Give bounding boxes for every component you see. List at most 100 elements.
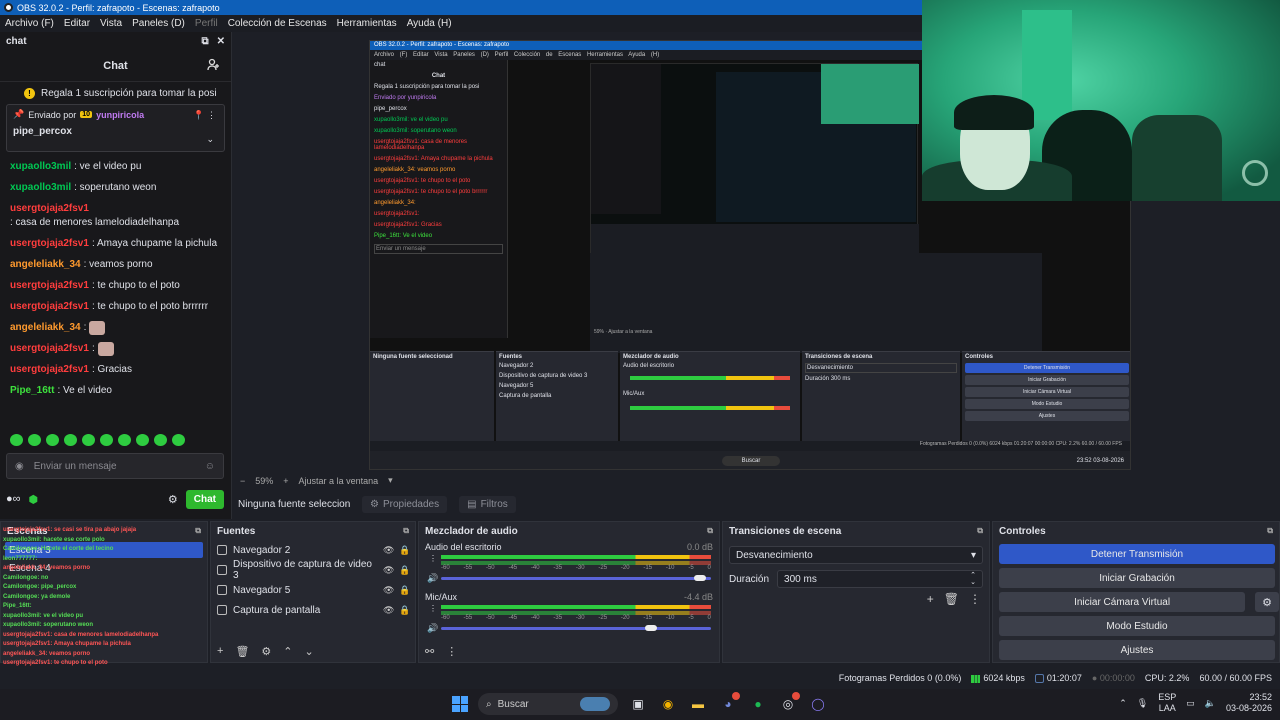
app-icon[interactable]: ◯ — [808, 694, 828, 714]
speaker-icon[interactable]: 🔊 — [427, 573, 438, 584]
zoom-in-icon[interactable]: + — [283, 476, 288, 486]
source-item[interactable]: Navegador 5 👁 🔒 — [211, 580, 415, 600]
eye-icon[interactable]: 👁 — [383, 585, 394, 596]
chat-username[interactable]: usergtojaja2fsv1 — [10, 342, 89, 356]
emote-icon[interactable] — [172, 434, 185, 446]
input-language[interactable]: ESP LAA — [1158, 692, 1176, 714]
emote-picker-icon[interactable]: ☺ — [205, 461, 215, 472]
add-icon[interactable]: + — [927, 592, 934, 606]
menu-edit[interactable]: Editar — [59, 18, 95, 29]
trash-icon[interactable]: 🗑 — [235, 645, 249, 658]
menu-tools[interactable]: Herramientas — [332, 18, 402, 29]
close-icon[interactable]: ✕ — [217, 36, 225, 47]
menu-file[interactable]: Archivo (F) — [0, 18, 59, 29]
undock-icon[interactable]: ⧉ — [201, 36, 208, 47]
emote-icon[interactable] — [64, 434, 77, 446]
menu-profile[interactable]: Perfil — [190, 18, 223, 29]
scene-item[interactable]: Escena 3 — [5, 542, 203, 558]
emote-icon[interactable] — [28, 434, 41, 446]
chat-username[interactable]: xupaollo3mil — [10, 160, 71, 174]
emote-icon[interactable] — [10, 434, 23, 446]
start-recording-button[interactable]: Iniciar Grabación — [999, 568, 1275, 588]
emote-icon[interactable] — [82, 434, 95, 446]
vertical-dots-icon[interactable]: ⋮ — [429, 554, 437, 563]
chevron-up-icon[interactable]: ⌃ — [1119, 698, 1127, 709]
channel-points-icon[interactable]: ●∞ — [6, 493, 21, 505]
undock-icon[interactable]: ⧉ — [403, 526, 409, 536]
chat-input[interactable]: ◉ Enviar un mensaje ☺ — [6, 453, 224, 479]
chat-username[interactable]: usergtojaja2fsv1 — [10, 202, 89, 216]
microphone-icon[interactable]: 🎙 — [1137, 698, 1148, 709]
gear-icon[interactable]: ⚙ — [1255, 592, 1279, 612]
speaker-icon[interactable]: 🔊 — [427, 623, 438, 634]
volume-slider[interactable] — [441, 575, 711, 581]
move-up-icon[interactable]: ⌃ — [283, 645, 292, 658]
stop-streaming-button[interactable]: Detener Transmisión — [999, 544, 1275, 564]
properties-button[interactable]: ⚙ Propiedades — [362, 495, 448, 513]
undock-icon[interactable]: ⧉ — [195, 526, 201, 536]
file-explorer-icon[interactable]: ▬ — [688, 694, 708, 714]
pin-menu-icon[interactable]: 📍 ⋮ — [193, 110, 216, 121]
network-icon[interactable]: ▭ — [1186, 698, 1195, 709]
pinned-by-user[interactable]: yunpiricola — [96, 110, 144, 120]
move-down-icon[interactable]: ⌄ — [305, 645, 314, 658]
slider-knob[interactable] — [645, 625, 657, 631]
gear-icon[interactable]: ⚙ — [261, 645, 271, 658]
volume-icon[interactable]: 🔈 — [1205, 698, 1216, 709]
task-view-icon[interactable]: ▣ — [628, 694, 648, 714]
chevron-down-icon[interactable]: ⌄ — [206, 134, 214, 145]
source-item[interactable]: Dispositivo de captura de video 3 👁 🔒 — [211, 559, 415, 581]
settings-button[interactable]: Ajustes — [999, 640, 1275, 660]
menu-view[interactable]: Vista — [95, 18, 127, 29]
taskbar-search[interactable]: ⌕ Buscar — [478, 693, 618, 715]
trash-icon[interactable]: 🗑 — [944, 592, 959, 606]
filters-button[interactable]: ▤ Filtros — [459, 495, 516, 513]
menu-help[interactable]: Ayuda (H) — [402, 18, 457, 29]
volume-slider[interactable] — [441, 625, 711, 631]
emote-icon[interactable] — [118, 434, 131, 446]
bits-icon[interactable]: ⬢ — [29, 493, 39, 506]
menu-docks[interactable]: Paneles (D) — [127, 18, 190, 29]
lock-icon[interactable]: 🔒 — [399, 605, 410, 616]
chat-username[interactable]: usergtojaja2fsv1 — [10, 363, 89, 377]
eye-icon[interactable]: 👁 — [383, 605, 394, 616]
menu-scene-collection[interactable]: Colección de Escenas — [223, 18, 332, 29]
obs-icon[interactable]: ◎ — [778, 692, 800, 714]
transition-select[interactable]: Desvanecimiento ▾ — [729, 546, 983, 564]
chat-username[interactable]: usergtojaja2fsv1 — [10, 237, 89, 251]
lock-icon[interactable]: 🔒 — [399, 585, 410, 596]
clock[interactable]: 23:52 03-08-2026 — [1226, 692, 1272, 714]
undock-icon[interactable]: ⧉ — [707, 526, 713, 536]
chat-username[interactable]: usergtojaja2fsv1 — [10, 300, 89, 314]
vertical-dots-icon[interactable]: ⋮ — [429, 604, 437, 613]
start-virtual-camera-button[interactable]: Iniciar Cámara Virtual — [999, 592, 1246, 612]
source-item[interactable]: Captura de pantalla 👁 🔒 — [211, 600, 415, 620]
discord-icon[interactable]: ◕ — [718, 692, 740, 714]
chat-username[interactable]: angeleliakk_34 — [10, 258, 81, 272]
spotify-icon[interactable]: ● — [748, 694, 768, 714]
eye-icon[interactable]: 👁 — [383, 545, 394, 556]
chrome-icon[interactable]: ◉ — [658, 694, 678, 714]
spinner-icon[interactable]: ⌃ ⌄ — [970, 572, 976, 586]
studio-mode-button[interactable]: Modo Estudio — [999, 616, 1275, 636]
chat-username[interactable]: usergtojaja2fsv1 — [10, 279, 89, 293]
chat-settings-icon[interactable]: ⚙ — [168, 493, 178, 506]
add-icon[interactable]: + — [217, 645, 223, 658]
chat-username[interactable]: xupaollo3mil — [10, 181, 71, 195]
zoom-out-icon[interactable]: − — [240, 476, 245, 486]
emote-icon[interactable] — [154, 434, 167, 446]
undock-icon[interactable]: ⧉ — [1267, 526, 1273, 536]
chevron-down-icon[interactable]: ▾ — [388, 475, 393, 486]
duration-input[interactable]: 300 ms ⌃ ⌄ — [777, 570, 983, 588]
emote-icon[interactable] — [46, 434, 59, 446]
fit-window-label[interactable]: Ajustar a la ventana — [299, 476, 379, 486]
chat-badge-icon[interactable]: ◉ — [15, 461, 24, 472]
scene-item[interactable]: Escena 4 — [5, 560, 203, 576]
slider-knob[interactable] — [693, 575, 706, 581]
vertical-dots-icon[interactable]: ⋮ — [446, 645, 457, 658]
lock-icon[interactable]: 🔒 — [399, 565, 410, 576]
gift-banner[interactable]: ! Regala 1 suscripción para tomar la pos… — [0, 82, 231, 104]
eye-icon[interactable]: 👁 — [383, 565, 394, 576]
vertical-dots-icon[interactable]: ⋮ — [969, 592, 981, 606]
windows-start-icon[interactable] — [452, 696, 468, 712]
